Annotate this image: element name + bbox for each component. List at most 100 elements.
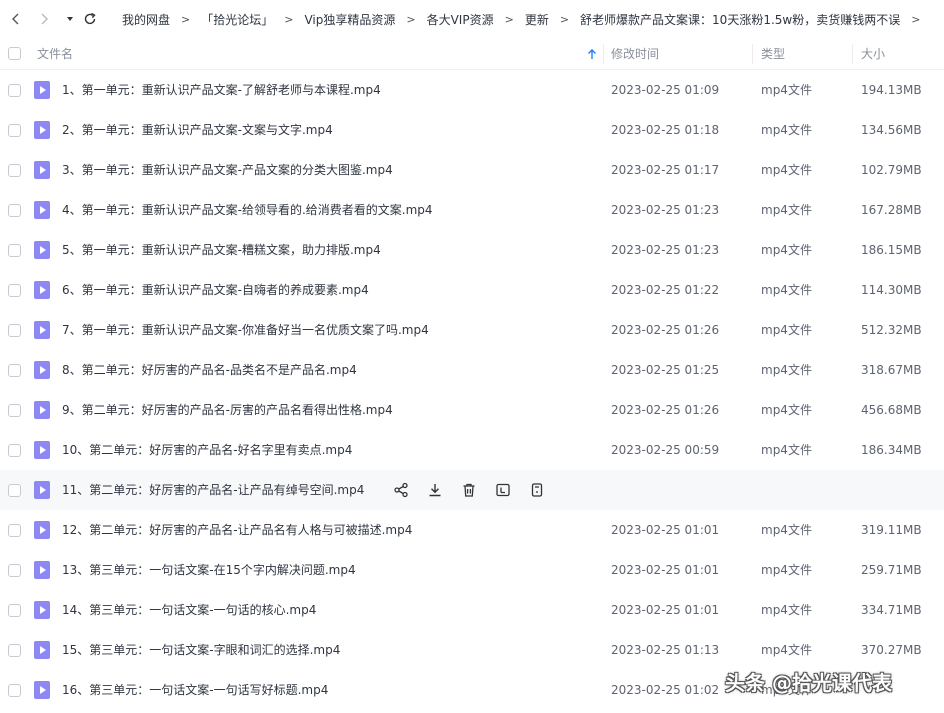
breadcrumb-item[interactable]: 各大VIP资源 [427,11,494,28]
file-row[interactable]: 6、第一单元：重新认识产品文案-自嗨者的养成要素.mp4 2023-02-25 0… [0,270,944,310]
select-all-checkbox[interactable] [8,47,21,60]
row-checkbox[interactable] [8,644,21,657]
file-type: mp4文件 [761,243,812,257]
file-size: 334.71MB [861,603,922,617]
sort-up-arrow-icon[interactable] [587,49,597,60]
row-checkbox[interactable] [8,124,21,137]
file-size: 186.34MB [861,443,922,457]
file-name[interactable]: 5、第一单元：重新认识产品文案-糟糕文案，助力排版.mp4 [62,230,381,270]
file-row[interactable]: 12、第二单元：好厉害的产品名-让产品名有人格与可被描述.mp4 2023-02-… [0,510,944,550]
video-file-icon [34,641,50,659]
delete-icon [463,483,475,497]
video-file-icon [34,201,50,219]
file-size: 102.79MB [861,163,922,177]
file-name[interactable]: 9、第二单元：好厉害的产品名-厉害的产品名看得出性格.mp4 [62,390,393,430]
rename-button[interactable] [494,481,512,499]
file-row[interactable]: 10、第二单元：好厉害的产品名-好名字里有卖点.mp4 2023-02-25 00… [0,430,944,470]
file-size: 134.56MB [861,123,922,137]
file-type: mp4文件 [761,123,812,137]
column-header-name[interactable]: 文件名 [37,38,73,70]
column-divider[interactable] [852,44,853,64]
file-modified-time: 2023-02-25 01:09 [611,83,720,97]
file-row[interactable]: 13、第三单元：一句话文案-在15个字内解决问题.mp4 2023-02-25 0… [0,550,944,590]
row-actions [392,481,546,499]
file-modified-time: 2023-02-25 01:23 [611,243,720,257]
file-row[interactable]: 11、第二单元：好厉害的产品名-让产品有绰号空间.mp4 [0,470,944,510]
column-header-modified[interactable]: 修改时间 [611,38,659,70]
file-name[interactable]: 12、第二单元：好厉害的产品名-让产品名有人格与可被描述.mp4 [62,510,412,550]
file-row[interactable]: 9、第二单元：好厉害的产品名-厉害的产品名看得出性格.mp4 2023-02-25… [0,390,944,430]
file-name[interactable]: 11、第二单元：好厉害的产品名-让产品有绰号空间.mp4 [62,470,364,510]
forward-button[interactable] [36,11,52,27]
more-icon [531,483,543,497]
video-file-icon [34,601,50,619]
back-button[interactable] [8,11,24,27]
file-row[interactable]: 5、第一单元：重新认识产品文案-糟糕文案，助力排版.mp4 2023-02-25 … [0,230,944,270]
column-divider[interactable] [752,44,753,64]
file-row[interactable]: 1、第一单元：重新认识产品文案-了解舒老师与本课程.mp4 2023-02-25 … [0,70,944,110]
download-icon [429,484,441,497]
file-name[interactable]: 13、第三单元：一句话文案-在15个字内解决问题.mp4 [62,550,356,590]
row-checkbox[interactable] [8,284,21,297]
row-checkbox[interactable] [8,204,21,217]
row-checkbox[interactable] [8,484,21,497]
row-checkbox[interactable] [8,324,21,337]
file-size: 259.71MB [861,563,922,577]
column-divider[interactable] [603,44,604,64]
file-name[interactable]: 8、第二单元：好厉害的产品名-品类名不是产品名.mp4 [62,350,357,390]
file-type: mp4文件 [761,203,812,217]
breadcrumb-item[interactable]: 更新 [525,11,549,28]
file-name[interactable]: 15、第三单元：一句话文案-字眼和词汇的选择.mp4 [62,630,340,670]
file-row[interactable]: 2、第一单元：重新认识产品文案-文案与文字.mp4 2023-02-25 01:1… [0,110,944,150]
video-file-icon [34,681,50,699]
file-name[interactable]: 1、第一单元：重新认识产品文案-了解舒老师与本课程.mp4 [62,70,381,110]
row-checkbox[interactable] [8,564,21,577]
row-checkbox[interactable] [8,164,21,177]
row-checkbox[interactable] [8,444,21,457]
more-button[interactable] [528,481,546,499]
file-name[interactable]: 10、第二单元：好厉害的产品名-好名字里有卖点.mp4 [62,430,352,470]
file-type: mp4文件 [761,163,812,177]
column-header-type[interactable]: 类型 [761,38,785,70]
file-size: 512.32MB [861,323,922,337]
file-row[interactable]: 7、第一单元：重新认识产品文案-你准备好当一名优质文案了吗.mp4 2023-02… [0,310,944,350]
file-name[interactable]: 6、第一单元：重新认识产品文案-自嗨者的养成要素.mp4 [62,270,369,310]
row-checkbox[interactable] [8,684,21,697]
file-modified-time: 2023-02-25 01:26 [611,403,720,417]
file-name[interactable]: 14、第三单元：一句话文案-一句话的核心.mp4 [62,590,316,630]
file-name[interactable]: 16、第三单元：一句话文案-一句话写好标题.mp4 [62,670,328,710]
delete-button[interactable] [460,481,478,499]
file-name[interactable]: 3、第一单元：重新认识产品文案-产品文案的分类大图鉴.mp4 [62,150,393,190]
file-row[interactable]: 15、第三单元：一句话文案-字眼和词汇的选择.mp4 2023-02-25 01:… [0,630,944,670]
video-file-icon [34,281,50,299]
breadcrumb-item-current[interactable]: 舒老师爆款产品文案课：10天涨粉1.5w粉，卖货赚钱两不误 [580,11,900,28]
row-checkbox[interactable] [8,364,21,377]
file-row[interactable]: 8、第二单元：好厉害的产品名-品类名不是产品名.mp4 2023-02-25 01… [0,350,944,390]
row-checkbox[interactable] [8,524,21,537]
row-checkbox[interactable] [8,84,21,97]
file-size: 319.11MB [861,523,922,537]
file-name[interactable]: 7、第一单元：重新认识产品文案-你准备好当一名优质文案了吗.mp4 [62,310,429,350]
file-row[interactable]: 14、第三单元：一句话文案-一句话的核心.mp4 2023-02-25 01:01… [0,590,944,630]
breadcrumb-item[interactable]: Vip独享精品资源 [304,11,395,28]
column-header-size[interactable]: 大小 [861,38,885,70]
file-row[interactable]: 3、第一单元：重新认识产品文案-产品文案的分类大图鉴.mp4 2023-02-25… [0,150,944,190]
file-row[interactable]: 4、第一单元：重新认识产品文案-给领导看的.给消费者看的文案.mp4 2023-0… [0,190,944,230]
share-button[interactable] [392,481,410,499]
breadcrumb-separator: > [504,13,514,26]
download-button[interactable] [426,481,444,499]
file-name[interactable]: 4、第一单元：重新认识产品文案-给领导看的.给消费者看的文案.mp4 [62,190,433,230]
file-modified-time: 2023-02-25 01:02 [611,683,720,697]
video-file-icon [34,481,50,499]
file-name[interactable]: 2、第一单元：重新认识产品文案-文案与文字.mp4 [62,110,333,150]
breadcrumb-item[interactable]: 「拾光论坛」 [201,11,273,28]
breadcrumb-item[interactable]: 我的网盘 [122,11,170,28]
file-type: mp4文件 [761,403,812,417]
row-checkbox[interactable] [8,604,21,617]
row-checkbox[interactable] [8,244,21,257]
file-modified-time: 2023-02-25 01:22 [611,283,720,297]
history-dropdown-button[interactable] [62,11,78,27]
row-checkbox[interactable] [8,404,21,417]
refresh-button[interactable] [82,11,98,27]
chevron-right-icon [41,13,48,25]
